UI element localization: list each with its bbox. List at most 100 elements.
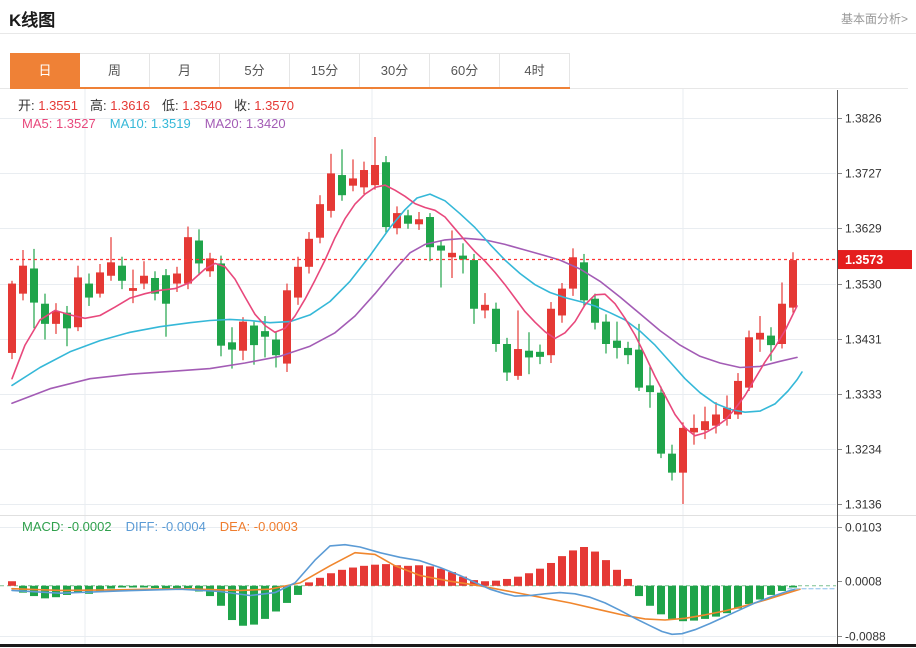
macd-bar — [382, 564, 390, 586]
candle-body — [129, 288, 137, 291]
kline-widget: K线图 基本面分析> 日周月5分15分30分60分4时 1.38261.3727… — [0, 0, 916, 648]
macd-bar — [602, 560, 610, 586]
macd-bar — [118, 586, 126, 588]
candle-body — [657, 393, 665, 454]
macd-bar — [8, 581, 16, 586]
candle-body — [228, 342, 236, 349]
candle-body — [316, 204, 324, 238]
candle-body — [481, 305, 489, 311]
macd-bar — [657, 586, 665, 615]
candle-body — [96, 272, 104, 293]
macd-bar — [613, 570, 621, 586]
macd-bar — [536, 569, 544, 586]
macd-bar — [778, 586, 786, 591]
candle-body — [745, 337, 753, 387]
candle-body — [569, 257, 577, 288]
candle-body — [613, 341, 621, 348]
current-price-badge-label: 1.3573 — [845, 253, 883, 267]
macd-bar — [789, 586, 797, 588]
axis-label: 1.3530 — [845, 278, 882, 292]
candle-body — [547, 309, 555, 355]
macd-bar — [503, 579, 511, 586]
candle-body — [558, 289, 566, 316]
macd-bar — [261, 586, 269, 619]
macd-bar — [679, 586, 687, 621]
macd-bar — [217, 586, 225, 606]
axis-label: 1.3727 — [845, 167, 882, 181]
candle-body — [360, 170, 368, 187]
candle-body — [690, 428, 698, 432]
axis-label: 1.3234 — [845, 443, 882, 457]
candle-body — [41, 304, 49, 324]
candle-body — [624, 348, 632, 355]
macd-bar — [129, 586, 137, 588]
axis-label: 1.3431 — [845, 333, 882, 347]
candle-body — [19, 266, 27, 294]
macd-bar — [547, 563, 555, 586]
candle-body — [239, 322, 247, 351]
candle-body — [261, 331, 269, 337]
macd-bar — [558, 556, 566, 586]
candle-body — [591, 299, 599, 323]
macd-bar — [107, 586, 115, 589]
candle-body — [217, 263, 225, 345]
axis-label: -0.0088 — [845, 630, 886, 644]
macd-bar — [591, 552, 599, 586]
macd-bar — [756, 586, 764, 600]
candle-body — [8, 284, 16, 353]
macd-bar — [514, 577, 522, 586]
macd-bar — [635, 586, 643, 596]
candle-body — [327, 173, 335, 210]
candle-body — [184, 237, 192, 283]
candle-body — [338, 175, 346, 195]
macd-bar — [569, 550, 577, 585]
candle-body — [492, 309, 500, 344]
chart-bottom-border — [0, 644, 916, 647]
candle-body — [107, 262, 115, 275]
candle-body — [349, 178, 357, 185]
candle-body — [646, 385, 654, 392]
candle-body — [272, 340, 280, 356]
macd-bar — [371, 565, 379, 586]
candle-body — [173, 274, 181, 284]
candle-body — [371, 165, 379, 185]
candle-body — [415, 219, 423, 224]
candle-body — [85, 284, 93, 298]
macd-bar — [338, 570, 346, 586]
candle-body — [294, 267, 302, 298]
macd-bar — [492, 581, 500, 586]
macd-bar — [239, 586, 247, 626]
macd-bar — [624, 579, 632, 586]
candle-body — [514, 349, 522, 376]
candle-body — [470, 260, 478, 309]
candle-body — [668, 454, 676, 473]
candle-body — [789, 260, 797, 308]
macd-bar — [305, 582, 313, 585]
candle-body — [756, 333, 764, 340]
macd-bar — [734, 586, 742, 609]
candle-body — [305, 239, 313, 267]
candle-body — [635, 350, 643, 388]
candle-body — [52, 311, 60, 324]
macd-bar — [360, 566, 368, 586]
candle-body — [767, 336, 775, 346]
candle-body — [140, 276, 148, 284]
candle-body — [250, 326, 258, 346]
macd-bar — [316, 578, 324, 586]
axis-label: 1.3333 — [845, 388, 882, 402]
axis-label: 0.0008 — [845, 575, 882, 589]
axis-label: 1.3136 — [845, 498, 882, 512]
macd-bar — [151, 586, 159, 588]
candle-body — [74, 277, 82, 327]
candle-body — [580, 262, 588, 300]
macd-bar — [184, 586, 192, 588]
macd-bar — [525, 573, 533, 586]
macd-bar — [140, 586, 148, 588]
macd-bar — [349, 568, 357, 586]
candle-body — [525, 351, 533, 358]
macd-bar — [668, 586, 676, 619]
kline-chart-svg: 1.38261.37271.36291.35301.34311.33331.32… — [0, 0, 916, 648]
candle-body — [701, 421, 709, 430]
macd-bar — [52, 586, 60, 597]
macd-bar — [294, 586, 302, 595]
